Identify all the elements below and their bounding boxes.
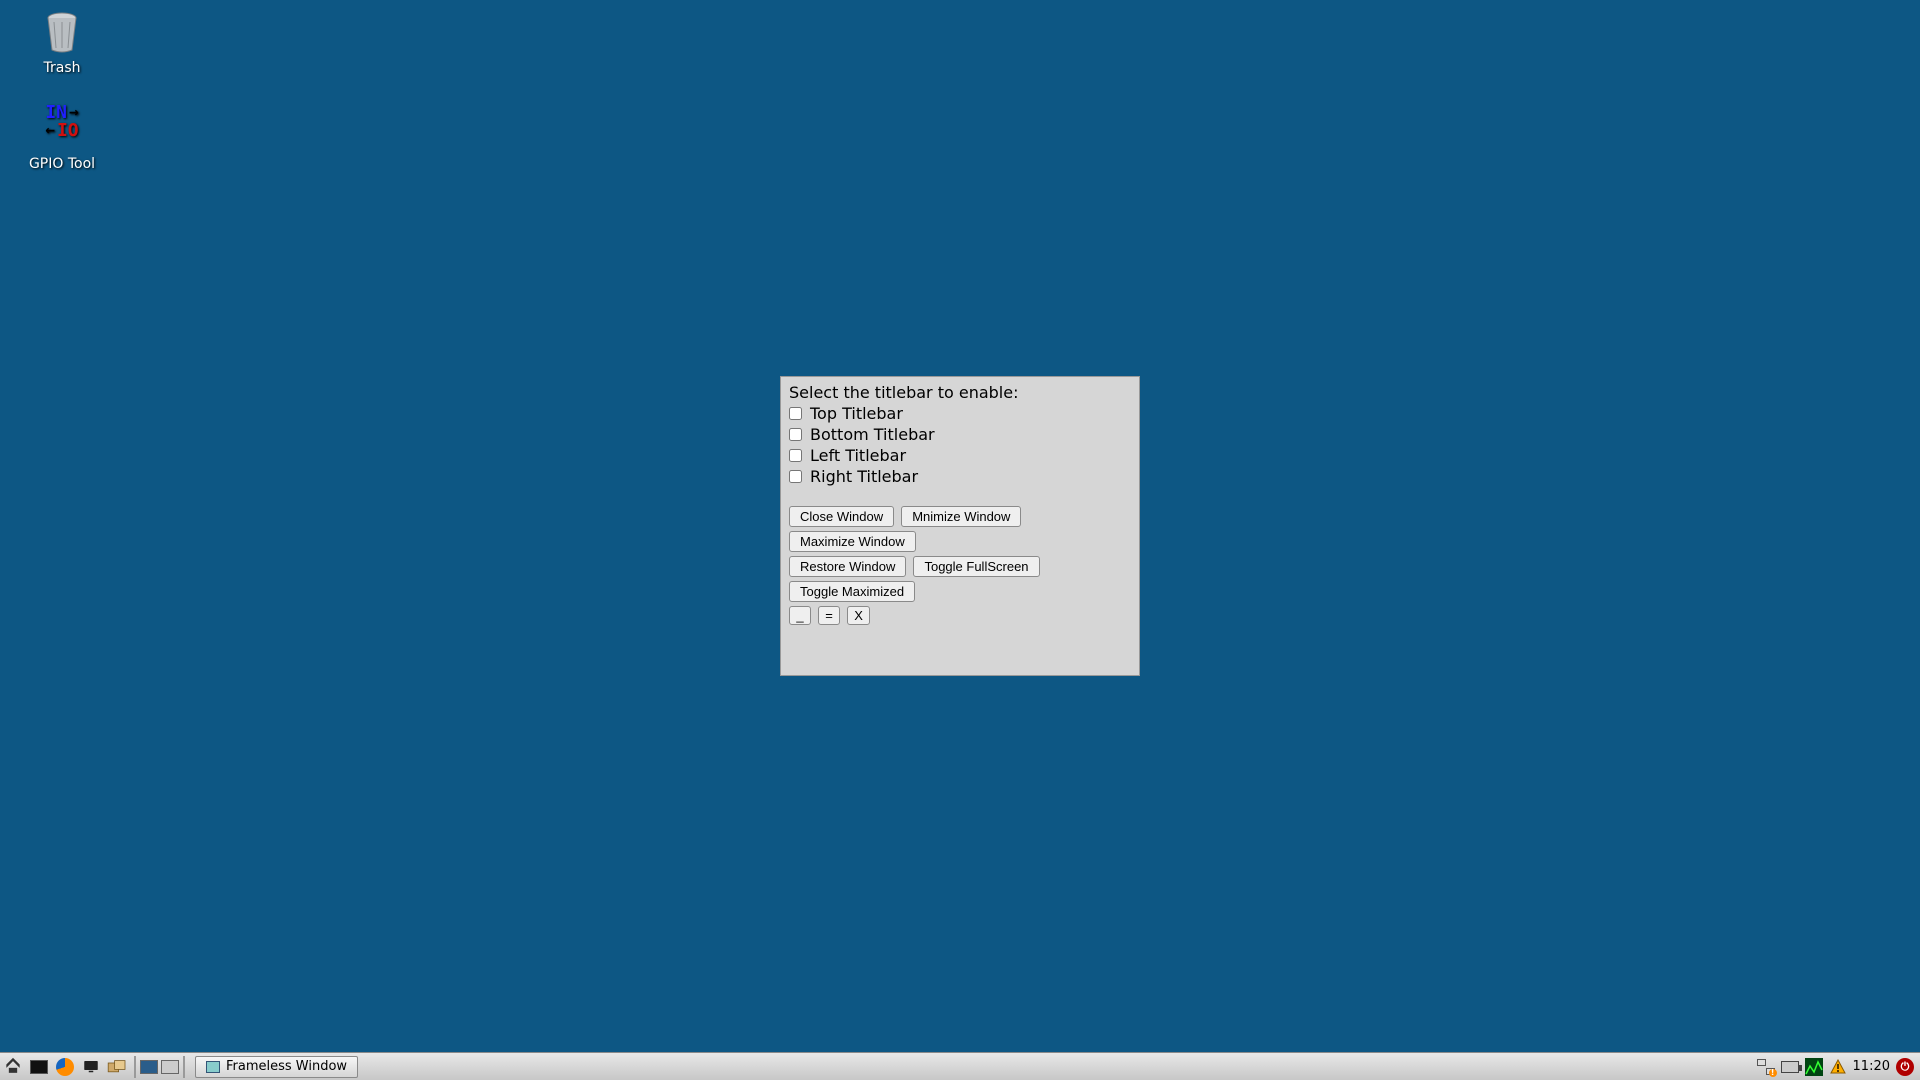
restore-window-button[interactable]: Restore Window (789, 556, 906, 577)
checkbox-label: Left Titlebar (810, 446, 906, 465)
checkbox-bottom-titlebar[interactable]: Bottom Titlebar (789, 425, 1131, 444)
minimize-window-button[interactable]: Mnimize Window (901, 506, 1021, 527)
firefox-icon[interactable] (54, 1056, 76, 1078)
checkbox-input[interactable] (789, 449, 802, 462)
frameless-window[interactable]: Select the titlebar to enable: Top Title… (780, 376, 1140, 676)
taskbar: Frameless Window ! 11:20 ⏻ (0, 1052, 1920, 1080)
checkbox-input[interactable] (789, 407, 802, 420)
cpu-monitor-icon[interactable] (1805, 1058, 1823, 1076)
system-tray: ! 11:20 ⏻ (1757, 1058, 1920, 1076)
checkbox-right-titlebar[interactable]: Right Titlebar (789, 467, 1131, 486)
checkbox-input[interactable] (789, 428, 802, 441)
maximize-window-button[interactable]: Maximize Window (789, 531, 916, 552)
checkbox-input[interactable] (789, 470, 802, 483)
terminal-icon[interactable] (28, 1056, 50, 1078)
close-short-button[interactable]: X (847, 606, 870, 625)
workspace-pager[interactable] (140, 1060, 179, 1074)
toggle-fullscreen-button[interactable]: Toggle FullScreen (913, 556, 1039, 577)
toggle-maximized-button[interactable]: Toggle Maximized (789, 581, 915, 602)
workspace-2[interactable] (161, 1060, 179, 1074)
taskbar-task-frameless-window[interactable]: Frameless Window (195, 1056, 358, 1078)
checkbox-left-titlebar[interactable]: Left Titlebar (789, 446, 1131, 465)
maximize-short-button[interactable]: = (818, 606, 840, 625)
clock[interactable]: 11:20 (1853, 1059, 1890, 1074)
taskbar-separator (183, 1056, 185, 1078)
taskbar-separator (134, 1056, 136, 1078)
desktop-icon-label: GPIO Tool (14, 156, 110, 172)
update-warning-icon[interactable] (1829, 1058, 1847, 1076)
desktop[interactable]: Trash IN→ ←IO GPIO Tool Select the title… (0, 0, 1920, 1080)
power-icon[interactable]: ⏻ (1896, 1058, 1914, 1076)
workspace-1[interactable] (140, 1060, 158, 1074)
window-prompt: Select the titlebar to enable: (789, 383, 1131, 402)
trash-icon (38, 8, 86, 56)
checkbox-label: Top Titlebar (810, 404, 903, 423)
desktop-icon-gpio-tool[interactable]: IN→ ←IO GPIO Tool (14, 104, 110, 172)
window-icon (206, 1061, 220, 1073)
display-settings-icon[interactable] (80, 1056, 102, 1078)
checkbox-label: Bottom Titlebar (810, 425, 935, 444)
taskbar-task-label: Frameless Window (226, 1059, 347, 1074)
file-manager-icon[interactable] (106, 1056, 128, 1078)
gpio-tool-icon: IN→ ←IO (38, 104, 86, 152)
start-menu-icon[interactable] (2, 1056, 24, 1078)
checkbox-label: Right Titlebar (810, 467, 918, 486)
desktop-icon-trash[interactable]: Trash (14, 8, 110, 76)
battery-icon[interactable] (1781, 1058, 1799, 1076)
checkbox-top-titlebar[interactable]: Top Titlebar (789, 404, 1131, 423)
network-status-icon[interactable]: ! (1757, 1058, 1775, 1076)
desktop-icon-label: Trash (14, 60, 110, 76)
close-window-button[interactable]: Close Window (789, 506, 894, 527)
minimize-short-button[interactable]: _ (789, 606, 811, 625)
